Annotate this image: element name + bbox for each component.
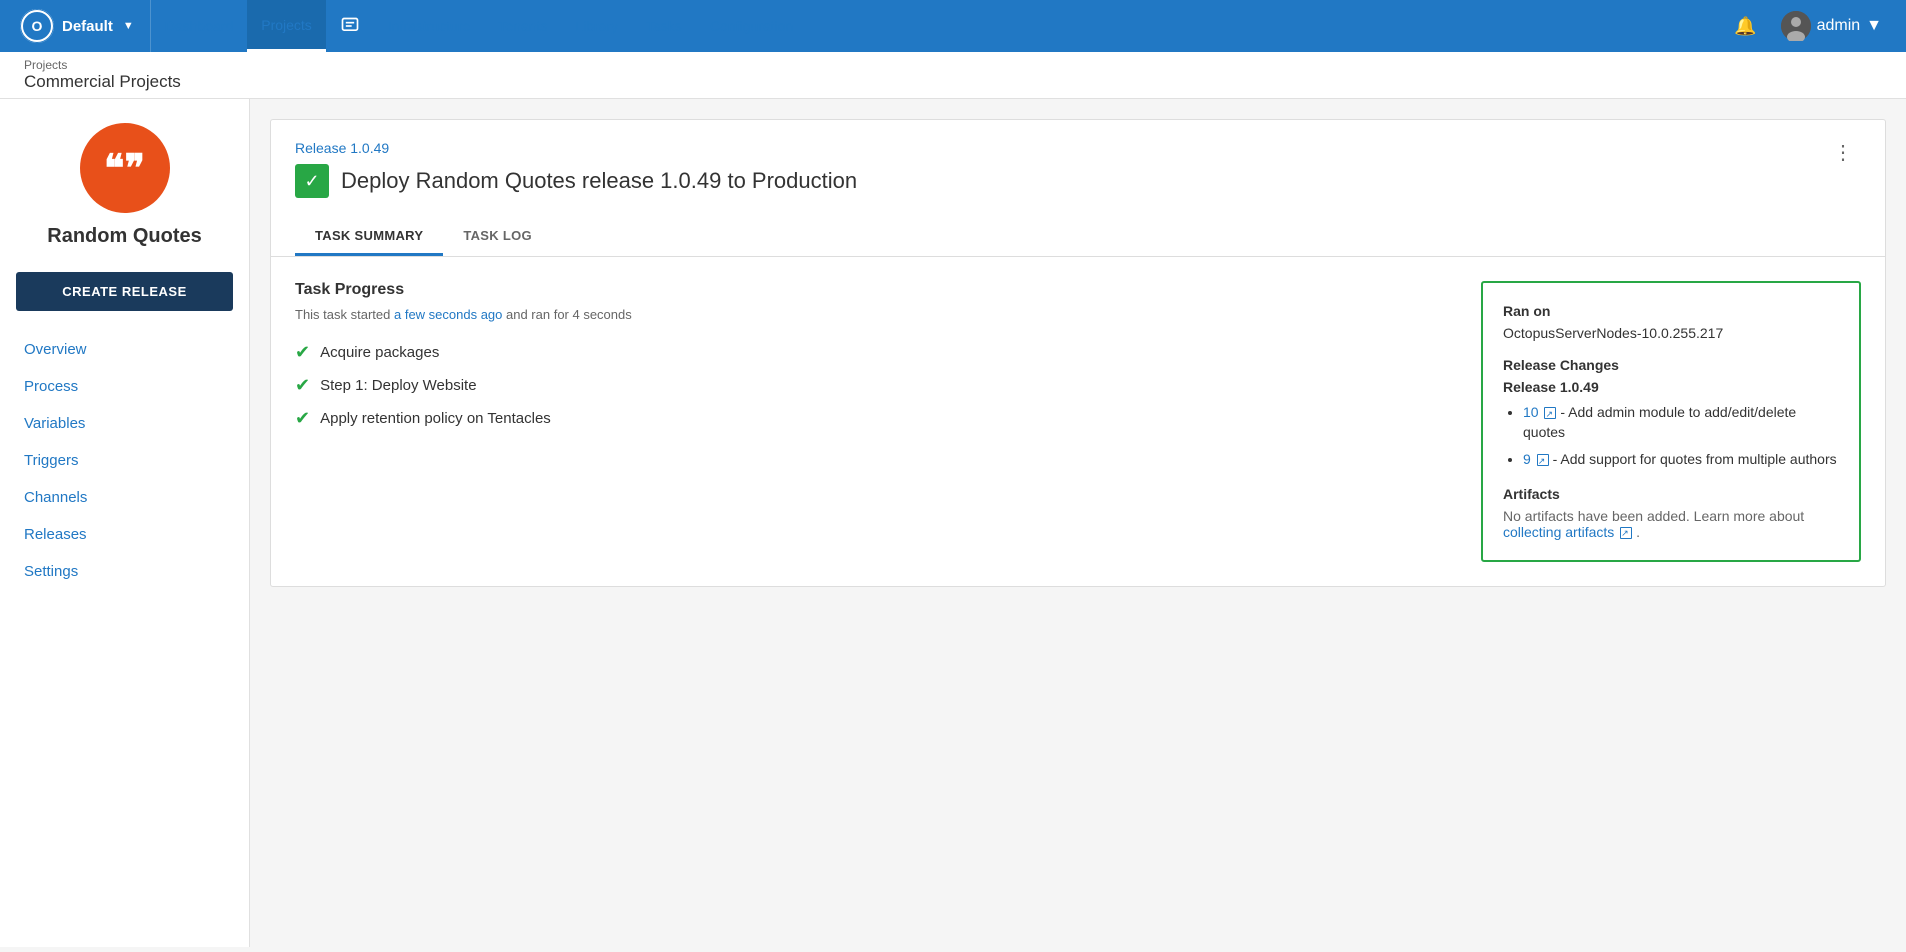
task-time-link[interactable]: a few seconds ago: [394, 307, 502, 322]
change-text-9: - Add support for quotes from multiple a…: [1553, 451, 1837, 467]
task-progress-meta: This task started a few seconds ago and …: [295, 307, 1461, 322]
tab-task-log[interactable]: TASK LOG: [443, 218, 552, 256]
sidebar-item-variables[interactable]: Variables: [0, 405, 249, 442]
nav-right: 🔔 admin ▼: [1726, 11, 1890, 41]
nav-library[interactable]: Library: [561, 0, 632, 52]
svg-text:O: O: [32, 18, 43, 34]
step-check-icon: ✔: [295, 375, 310, 396]
change-link-10[interactable]: 10: [1523, 404, 1539, 420]
breadcrumb-top: Projects: [24, 58, 1882, 72]
task-title-row: ✓ Deploy Random Quotes release 1.0.49 to…: [295, 164, 1825, 198]
nav-dashboard[interactable]: Dashboard: [151, 0, 248, 52]
sidebar-item-settings[interactable]: Settings: [0, 553, 249, 590]
change-link-9[interactable]: 9: [1523, 451, 1531, 467]
task-progress-section: Task Progress This task started a few se…: [295, 281, 1461, 562]
release-version: Release 1.0.49: [1503, 379, 1839, 395]
step-label-retention: Apply retention policy on Tentacles: [320, 410, 551, 427]
tab-task-summary[interactable]: TASK SUMMARY: [295, 218, 443, 256]
step-label-acquire: Acquire packages: [320, 344, 439, 361]
project-icon: ❝❞: [80, 123, 170, 213]
brand-avatar: O: [20, 9, 54, 43]
list-item: 9 ↗ - Add support for quotes from multip…: [1523, 450, 1839, 470]
external-link-icon: ↗: [1537, 454, 1549, 466]
task-header: Release 1.0.49 ✓ Deploy Random Quotes re…: [271, 120, 1885, 198]
layout: ❝❞ Random Quotes CREATE RELEASE Overview…: [0, 99, 1906, 947]
step-check-icon: ✔: [295, 342, 310, 363]
nav-configuration[interactable]: Configuration: [696, 0, 807, 52]
artifacts-text-content: No artifacts have been added. Learn more…: [1503, 508, 1804, 524]
nav-tasks[interactable]: Tasks: [632, 0, 696, 52]
release-link[interactable]: Release 1.0.49: [295, 140, 1825, 156]
external-link-icon: ↗: [1620, 527, 1632, 539]
release-changes-label: Release Changes: [1503, 357, 1839, 373]
nav-infrastructure[interactable]: Infrastructure: [374, 0, 484, 52]
breadcrumb-main: Commercial Projects: [24, 72, 1882, 92]
project-name: Random Quotes: [47, 225, 201, 248]
nav-projects[interactable]: Projects: [247, 0, 326, 52]
nav-tenants[interactable]: Tenants: [484, 0, 561, 52]
sidebar-item-triggers[interactable]: Triggers: [0, 442, 249, 479]
user-avatar: [1781, 11, 1811, 41]
artifacts-text: No artifacts have been added. Learn more…: [1503, 508, 1839, 540]
nav-links: Dashboard Projects Infrastructure Tenant…: [151, 0, 1726, 52]
external-link-icon: ↗: [1544, 407, 1556, 419]
brand-selector[interactable]: O Default ▼: [16, 0, 151, 52]
step-label-deploy: Step 1: Deploy Website: [320, 377, 476, 394]
notification-bell-icon[interactable]: 🔔: [1726, 16, 1764, 37]
task-step-retention: ✔ Apply retention policy on Tentacles: [295, 408, 1461, 429]
ran-on-value: OctopusServerNodes-10.0.255.217: [1503, 325, 1839, 341]
task-progress-title: Task Progress: [295, 281, 1461, 299]
task-tabs: TASK SUMMARY TASK LOG: [271, 218, 1885, 257]
task-success-icon: ✓: [295, 164, 329, 198]
artifacts-label: Artifacts: [1503, 486, 1839, 502]
task-step-acquire: ✔ Acquire packages: [295, 342, 1461, 363]
main-content: Release 1.0.49 ✓ Deploy Random Quotes re…: [250, 99, 1906, 947]
nav-search-icon[interactable]: [326, 0, 374, 52]
sidebar-item-channels[interactable]: Channels: [0, 479, 249, 516]
brand-chevron: ▼: [123, 20, 134, 32]
task-step-deploy: ✔ Step 1: Deploy Website: [295, 375, 1461, 396]
user-chevron: ▼: [1866, 17, 1882, 35]
task-body: Task Progress This task started a few se…: [271, 257, 1885, 586]
step-check-icon: ✔: [295, 408, 310, 429]
ran-on-label: Ran on: [1503, 303, 1839, 319]
sidebar-item-releases[interactable]: Releases: [0, 516, 249, 553]
task-header-left: Release 1.0.49 ✓ Deploy Random Quotes re…: [295, 140, 1825, 198]
brand-name: Default: [62, 18, 113, 35]
task-title: Deploy Random Quotes release 1.0.49 to P…: [341, 168, 857, 194]
artifacts-suffix: .: [1636, 524, 1640, 540]
task-info-panel: Ran on OctopusServerNodes-10.0.255.217 R…: [1481, 281, 1861, 562]
change-text-10: - Add admin module to add/edit/delete qu…: [1523, 404, 1796, 440]
task-card: Release 1.0.49 ✓ Deploy Random Quotes re…: [270, 119, 1886, 587]
sidebar-item-overview[interactable]: Overview: [0, 331, 249, 368]
task-menu-button[interactable]: ⋮: [1825, 140, 1861, 165]
user-name: admin: [1817, 17, 1861, 35]
task-steps: ✔ Acquire packages ✔ Step 1: Deploy Webs…: [295, 342, 1461, 429]
list-item: 10 ↗ - Add admin module to add/edit/dele…: [1523, 403, 1839, 442]
sidebar-logo: ❝❞ Random Quotes: [0, 123, 249, 272]
changes-list: 10 ↗ - Add admin module to add/edit/dele…: [1503, 403, 1839, 470]
sidebar-item-process[interactable]: Process: [0, 368, 249, 405]
create-release-button[interactable]: CREATE RELEASE: [16, 272, 233, 311]
breadcrumb-bar: Projects Commercial Projects: [0, 52, 1906, 99]
sidebar: ❝❞ Random Quotes CREATE RELEASE Overview…: [0, 99, 250, 947]
user-menu[interactable]: admin ▼: [1773, 11, 1890, 41]
collecting-artifacts-link[interactable]: collecting artifacts: [1503, 524, 1614, 540]
top-nav: O Default ▼ Dashboard Projects Infrastru…: [0, 0, 1906, 52]
